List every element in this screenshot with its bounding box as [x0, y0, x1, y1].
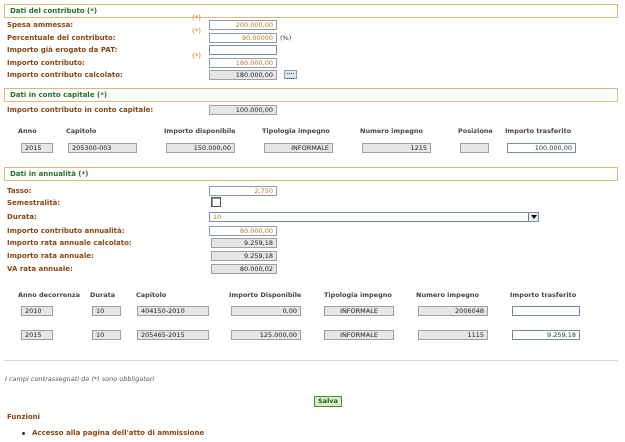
save-button[interactable]: Salva: [314, 396, 342, 407]
funzioni-heading: Funzioni: [7, 413, 41, 421]
cell-disponibile: 0,00: [231, 306, 301, 316]
col-header: Importo trasferito: [510, 291, 577, 299]
bullet-icon: [22, 432, 25, 435]
percent-unit: (%): [280, 34, 292, 42]
durata-select[interactable]: 10: [209, 212, 539, 222]
spesa-label: Spesa ammessa:: [7, 21, 74, 29]
capitale-importo-value: 100.000,00: [209, 105, 277, 115]
erogato-label: Importo già erogato da PAT:: [7, 46, 118, 54]
cell-anno: 2015: [21, 330, 53, 340]
semestralita-checkbox[interactable]: [211, 197, 221, 207]
section-title: Dati del contributo (*): [10, 7, 98, 15]
percentuale-label: Percentuale del contributo:: [7, 34, 116, 42]
col-header: Importo trasferito: [505, 127, 572, 135]
cell-numero: 2006048: [418, 306, 488, 316]
section-title: Dati in annualità (*): [10, 170, 89, 178]
durata-label: Durata:: [7, 213, 37, 221]
rata-calcolato-label: Importo rata annuale calcolato:: [7, 239, 132, 247]
va-label: VA rata annuale:: [7, 265, 73, 273]
chevron-down-icon[interactable]: [528, 213, 538, 221]
required-marker: (*): [192, 14, 201, 22]
importo-contributo-input[interactable]: 180.000,00: [209, 58, 277, 68]
cell-durata: 10: [92, 306, 121, 316]
col-header: Posizione: [458, 127, 493, 135]
col-header: Importo Disponibile: [229, 291, 302, 299]
col-header: Numero impegno: [360, 127, 423, 135]
col-header: Numero impegno: [416, 291, 479, 299]
col-header: Importo disponibile: [164, 127, 236, 135]
section-title: Dati in conto capitale (*): [10, 91, 108, 99]
atto-ammissione-link[interactable]: Accesso alla pagina dell'atto di ammissi…: [32, 429, 204, 437]
erogato-input[interactable]: [209, 45, 277, 55]
cell-posizione: [460, 143, 489, 153]
divider: [4, 360, 618, 361]
cell-tipologia: INFORMALE: [264, 143, 333, 153]
cell-numero: 1115: [418, 330, 488, 340]
col-header: Tipologia impegno: [262, 127, 330, 135]
cell-tipologia: INFORMALE: [324, 330, 394, 340]
rata-value: 9.259,18: [211, 251, 277, 261]
cell-numero: 1215: [362, 143, 431, 153]
tasso-input[interactable]: 2,750: [209, 186, 277, 196]
section-contributo: Dati del contributo (*): [4, 4, 618, 18]
spesa-input[interactable]: 200.000,00: [209, 20, 277, 30]
importo-annualita-input[interactable]: 80.000,00: [209, 226, 277, 236]
percentuale-input[interactable]: 90,00000: [209, 33, 277, 43]
semestralita-label: Semestralità:: [7, 199, 61, 207]
importo-annualita-label: Importo contributo annualità:: [7, 227, 125, 235]
required-marker: (*): [192, 52, 201, 60]
calculator-icon[interactable]: [284, 70, 297, 79]
cell-capitolo: 404150-2010: [137, 306, 209, 316]
cell-anno: 2015: [21, 143, 53, 153]
calcolato-value: 180.000,00: [209, 70, 277, 80]
section-annualita: Dati in annualità (*): [4, 167, 618, 181]
required-note: I campi contrassegnati da (*) sono obbli…: [5, 375, 155, 383]
col-header: Capitolo: [66, 127, 97, 135]
durata-selected: 10: [213, 213, 222, 221]
trasferito-input[interactable]: 9.259,18: [512, 330, 580, 340]
cell-capitolo: 205300-003: [68, 143, 137, 153]
section-capitale: Dati in conto capitale (*): [4, 88, 618, 102]
col-header: Capitolo: [136, 291, 167, 299]
cell-disponibile: 125.000,00: [231, 330, 301, 340]
col-header: Tipologia impegno: [324, 291, 392, 299]
tasso-label: Tasso:: [7, 187, 32, 195]
cell-capitolo: 205465-2015: [137, 330, 209, 340]
cell-tipologia: INFORMALE: [324, 306, 394, 316]
capitale-importo-label: Importo contributo in conto capitale:: [7, 106, 154, 114]
col-header: Anno: [18, 127, 37, 135]
trasferito-input[interactable]: 100.000,00: [507, 143, 576, 153]
col-header: Anno decorrenza: [18, 291, 81, 299]
col-header: Durata: [90, 291, 116, 299]
importo-contributo-label: Importo contributo:: [7, 59, 85, 67]
va-value: 80.000,02: [211, 264, 277, 274]
required-marker: (*): [192, 27, 201, 35]
trasferito-input[interactable]: [512, 306, 580, 316]
rata-label: Importo rata annuale:: [7, 252, 94, 260]
cell-disponibile: 150.000,00: [166, 143, 235, 153]
calcolato-label: Importo contributo calcolato:: [7, 71, 123, 79]
cell-durata: 10: [92, 330, 121, 340]
cell-anno: 2010: [21, 306, 53, 316]
rata-calcolato-value: 9.259,18: [211, 238, 277, 248]
